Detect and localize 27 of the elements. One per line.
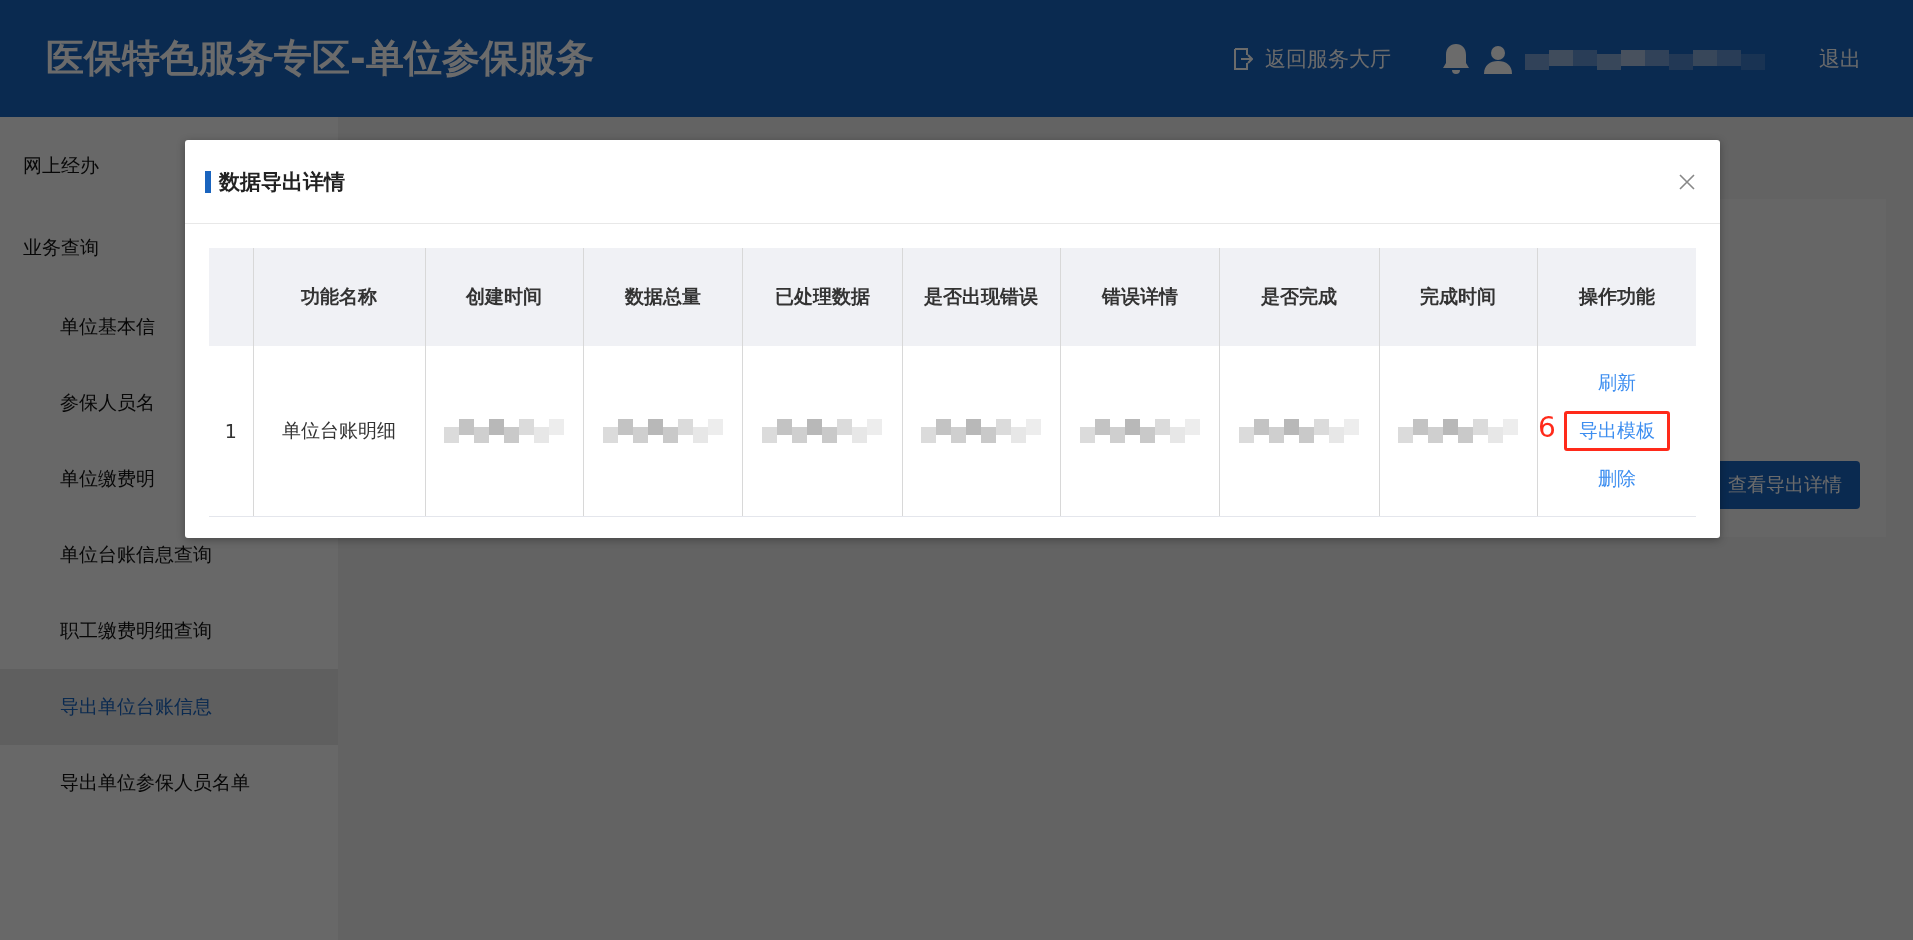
back-to-hall-link[interactable]: 返回服务大厅 (1265, 44, 1391, 73)
column-header: 数据总量 (583, 248, 742, 346)
sidebar-item[interactable]: 导出单位参保人员名单 (0, 745, 338, 821)
bell-icon[interactable] (1441, 41, 1471, 76)
user-icon (1483, 43, 1513, 74)
title-accent-bar (205, 170, 211, 193)
table-cell: 1 (209, 346, 253, 517)
column-header: 是否出现错误 (902, 248, 1060, 346)
column-header: 创建时间 (425, 248, 583, 346)
sidebar-item[interactable]: 导出单位台账信息 (0, 669, 338, 745)
column-header: 操作功能 (1537, 248, 1696, 346)
table-cell: 单位台账明细 (253, 346, 425, 517)
action-link[interactable]: 刷新 (1582, 363, 1651, 403)
column-header: 是否完成 (1219, 248, 1379, 346)
app-title: 医保特色服务专区-单位参保服务 (46, 35, 595, 82)
action-link[interactable]: 导出模板 (1563, 411, 1670, 451)
sidebar-item[interactable]: 职工缴费明细查询 (0, 593, 338, 669)
column-header: 已处理数据 (742, 248, 902, 346)
logout-link[interactable]: 退出 (1819, 44, 1861, 73)
column-header: 完成时间 (1379, 248, 1537, 346)
sidebar-item[interactable]: 单位台账信息查询 (0, 517, 338, 593)
exit-door-icon (1233, 46, 1253, 71)
column-header: 功能名称 (253, 248, 425, 346)
step-number: 6 (1537, 411, 1556, 444)
action-link[interactable]: 删除 (1582, 459, 1651, 499)
column-header: 错误详情 (1060, 248, 1219, 346)
dialog-title: 数据导出详情 (219, 168, 346, 196)
